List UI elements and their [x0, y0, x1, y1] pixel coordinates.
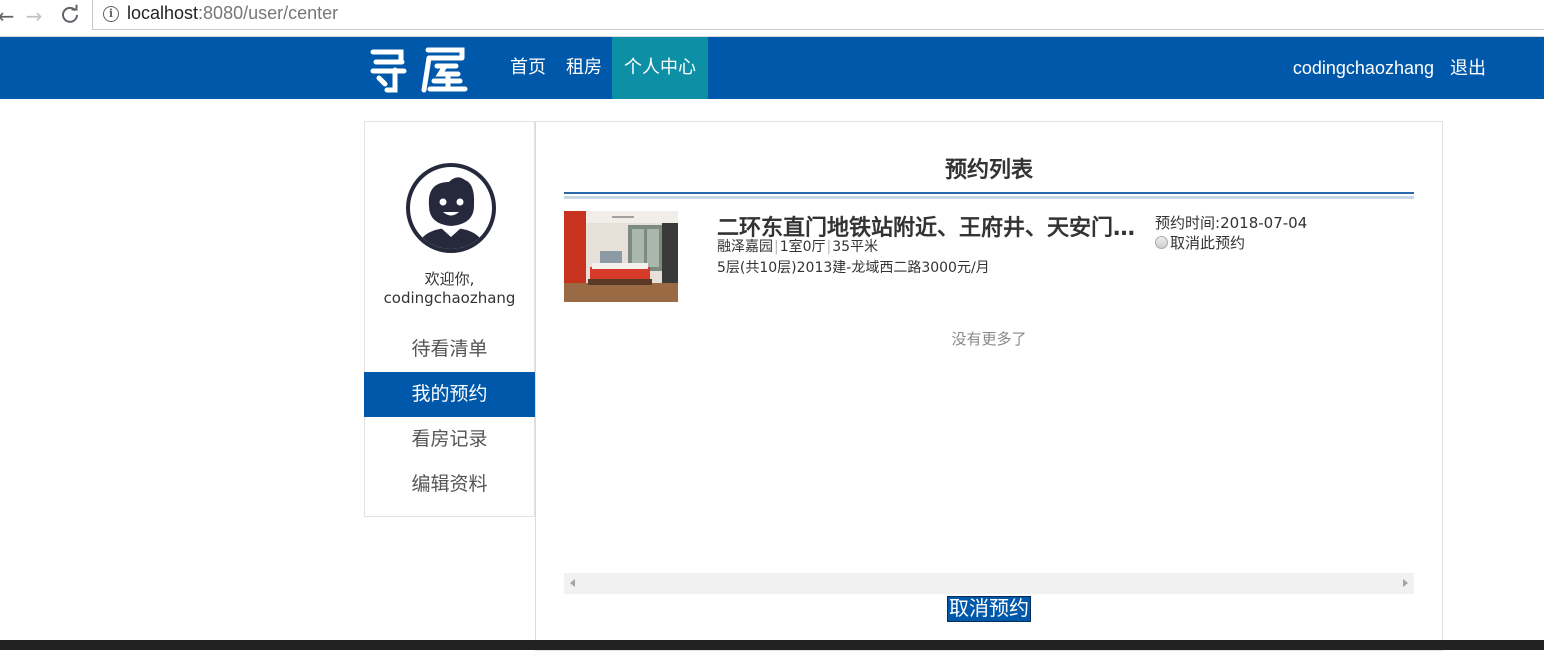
- house-thumbnail[interactable]: [564, 211, 678, 302]
- user-area: codingchaozhang 退出: [1293, 37, 1486, 99]
- avatar: [405, 162, 497, 254]
- nav-user-center[interactable]: 个人中心: [612, 37, 708, 99]
- house-meta: 融泽嘉园|1室0厅|35平米: [717, 239, 879, 255]
- address-bar[interactable]: i localhost:8080/user/center: [92, 0, 1544, 30]
- page-footer: [0, 640, 1544, 650]
- nav-rent[interactable]: 租房: [556, 37, 612, 99]
- no-more-text: 没有更多了: [951, 330, 1027, 348]
- appointment-panel: 预约列表 二环东直门地铁站附近、王府井、天安门、北京站 融泽嘉园|1室0厅|35…: [535, 121, 1443, 651]
- sidebar-item-appointments[interactable]: 我的预约: [364, 372, 535, 417]
- sidebar-item-watchlist[interactable]: 待看清单: [364, 327, 535, 372]
- logo[interactable]: [368, 40, 468, 96]
- sidebar: 欢迎你, codingchaozhang 待看清单 我的预约 看房记录 编辑资料: [364, 121, 535, 517]
- forward-arrow-icon[interactable]: →: [22, 4, 46, 28]
- sidebar-item-viewing-history[interactable]: 看房记录: [364, 417, 535, 462]
- logout-link[interactable]: 退出: [1450, 37, 1486, 99]
- scroll-right-icon[interactable]: [1403, 579, 1408, 587]
- welcome-text: 欢迎你, codingchaozhang: [383, 270, 516, 307]
- scroll-left-icon[interactable]: [570, 579, 575, 587]
- url-text[interactable]: localhost:8080/user/center: [127, 3, 338, 24]
- sidebar-item-edit-profile[interactable]: 编辑资料: [364, 462, 535, 507]
- back-arrow-icon[interactable]: ←: [0, 4, 18, 28]
- title-divider: [564, 192, 1414, 199]
- house-detail: 5层(共10层)2013建-龙域西二路3000元/月: [717, 260, 990, 276]
- info-icon[interactable]: i: [103, 6, 119, 22]
- reload-icon[interactable]: [58, 4, 82, 28]
- appointment-time: 预约时间:2018-07-04: [1155, 214, 1308, 232]
- radio-button[interactable]: [1155, 236, 1168, 249]
- page-title: 预约列表: [944, 158, 1033, 183]
- browser-toolbar: ← → i localhost:8080/user/center: [0, 0, 1544, 37]
- username-link[interactable]: codingchaozhang: [1293, 37, 1434, 99]
- horizontal-scrollbar[interactable]: [564, 573, 1414, 594]
- cancel-appointment-option[interactable]: 取消此预约: [1155, 232, 1245, 253]
- site-header: 首页 租房 个人中心 codingchaozhang 退出: [0, 37, 1544, 99]
- top-nav: 首页 租房 个人中心: [500, 37, 708, 99]
- nav-home[interactable]: 首页: [500, 37, 556, 99]
- sidebar-menu: 待看清单 我的预约 看房记录 编辑资料: [364, 327, 535, 507]
- cancel-appointment-button[interactable]: 取消预约: [947, 596, 1031, 622]
